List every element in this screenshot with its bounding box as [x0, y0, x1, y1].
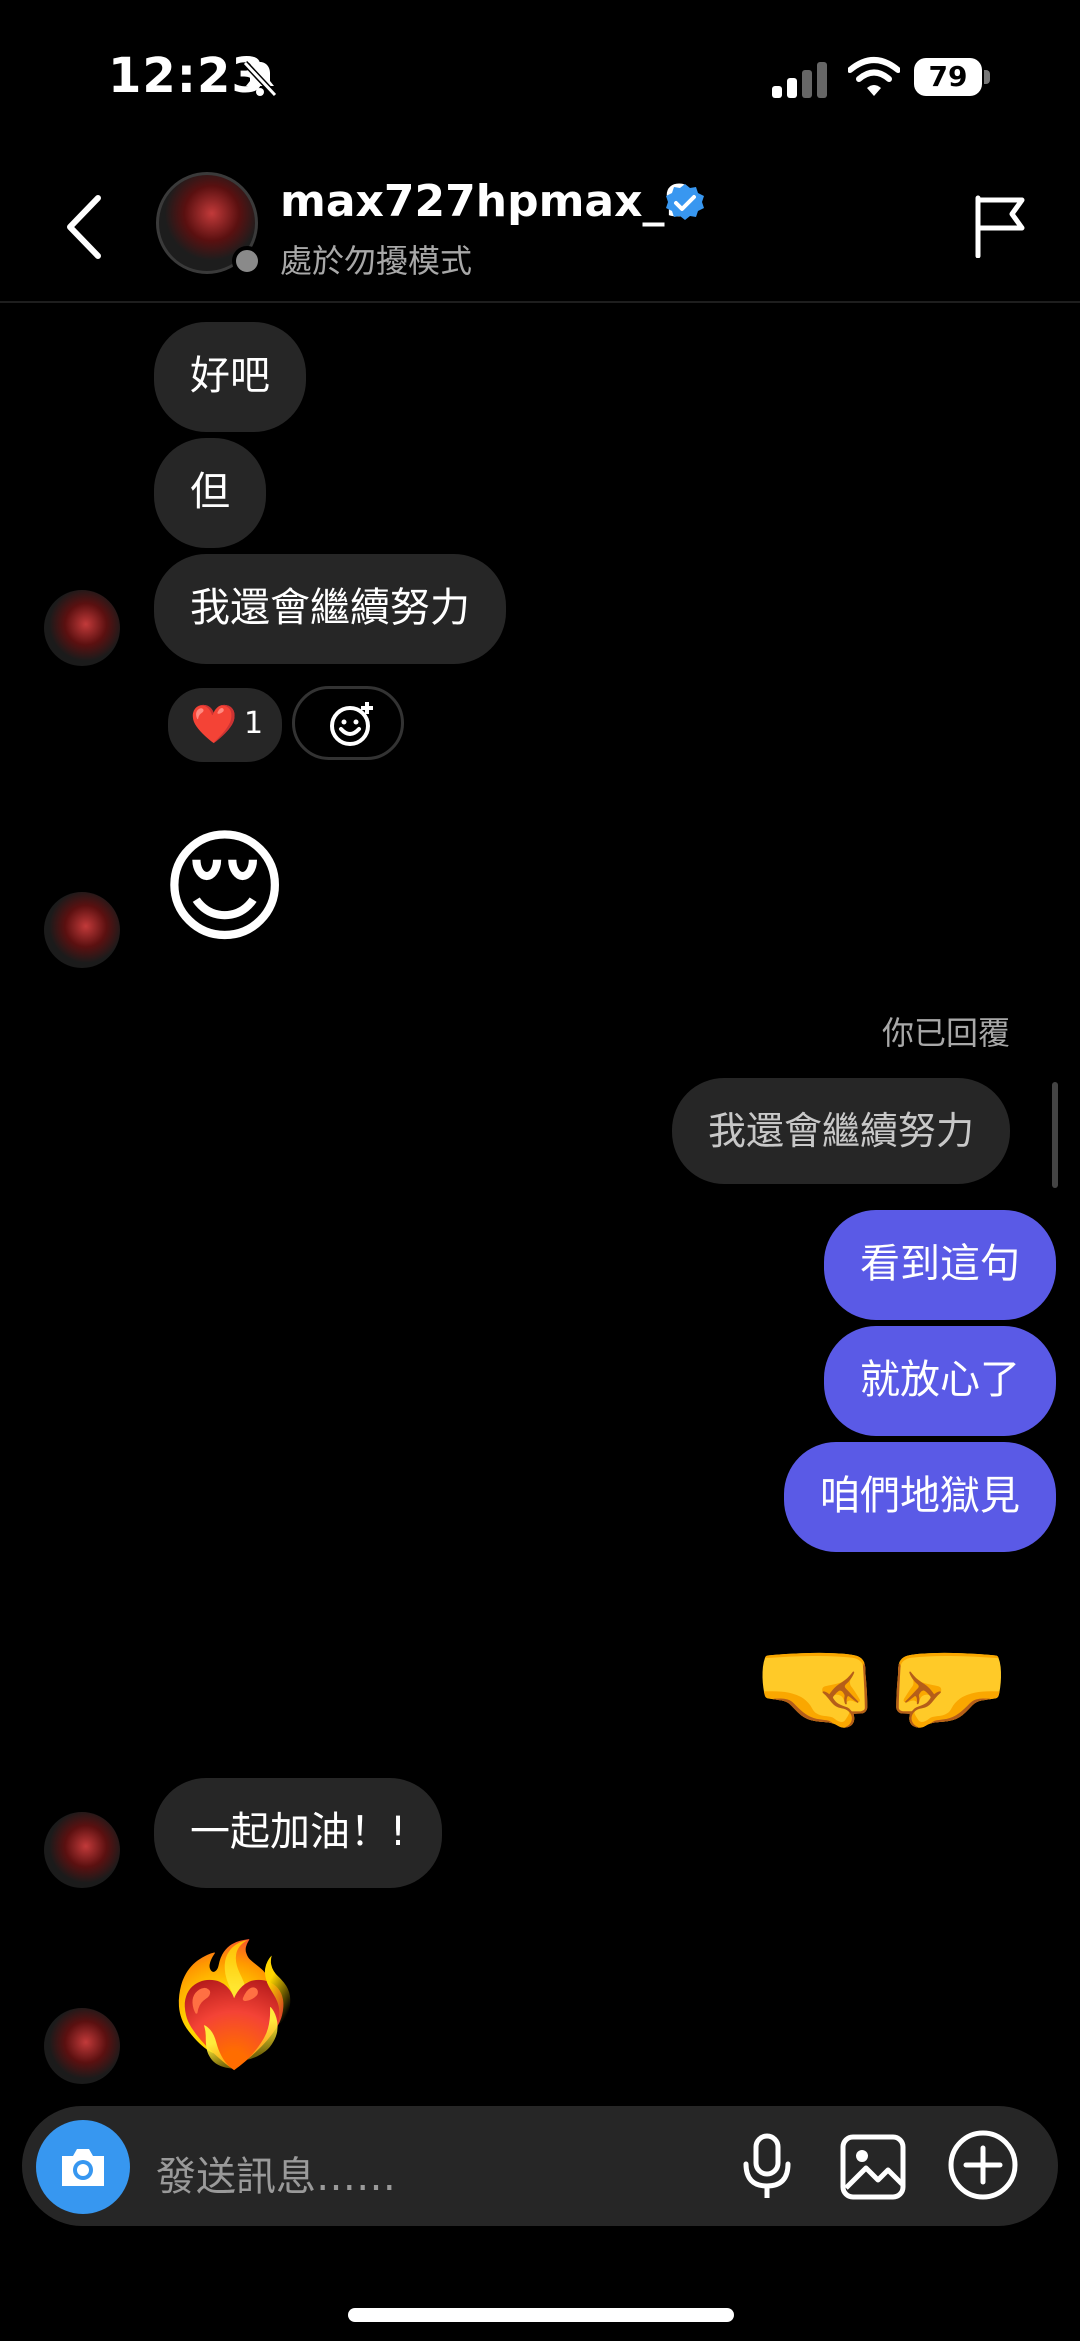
wifi-icon: [848, 57, 900, 96]
header-divider: [0, 301, 1080, 303]
message-input[interactable]: 發送訊息……: [156, 2144, 396, 2202]
sender-avatar[interactable]: [44, 1812, 120, 1888]
emoji-message[interactable]: ❤️‍🔥: [160, 1936, 307, 2072]
left-fist-emoji: 🤜: [752, 1625, 882, 1747]
cellular-signal-icon: [772, 60, 830, 98]
verified-badge-icon: [666, 184, 704, 220]
sender-avatar[interactable]: [44, 2008, 120, 2084]
flag-icon[interactable]: [972, 194, 1028, 258]
reaction-badge[interactable]: ❤️ 1: [166, 686, 284, 764]
fist-bump-emoji[interactable]: 🤜🤛: [752, 1626, 1011, 1746]
camera-icon: [62, 2149, 104, 2186]
microphone-icon[interactable]: [736, 2132, 798, 2202]
back-chevron-icon[interactable]: [62, 192, 106, 262]
add-reaction-icon: [330, 702, 373, 746]
camera-button[interactable]: [36, 2120, 130, 2214]
reaction-count: 1: [244, 706, 264, 741]
bell-slash-icon: [242, 60, 278, 98]
heart-reaction: ❤️: [190, 702, 238, 746]
incoming-message[interactable]: 但: [154, 438, 266, 548]
incoming-message[interactable]: 一起加油！!: [154, 1778, 443, 1888]
battery-tip: [984, 70, 990, 84]
chat-username[interactable]: max727hpmax_9: [280, 176, 695, 227]
chat-status: 處於勿擾模式: [280, 242, 473, 280]
outgoing-message[interactable]: 就放心了: [824, 1326, 1056, 1436]
battery-icon: 79: [914, 58, 982, 96]
plus-circle-icon[interactable]: [946, 2128, 1020, 2202]
right-fist-emoji: 🤛: [881, 1625, 1012, 1747]
quoted-message[interactable]: 我還會繼續努力: [671, 1078, 1010, 1184]
sender-avatar[interactable]: [44, 892, 120, 968]
image-icon[interactable]: [838, 2132, 908, 2202]
home-indicator: [348, 2308, 734, 2322]
emoji-message[interactable]: 😌: [160, 818, 289, 958]
outgoing-message[interactable]: 看到這句: [824, 1210, 1056, 1320]
outgoing-message[interactable]: 咱們地獄見: [784, 1442, 1056, 1552]
incoming-message[interactable]: 我還會繼續努力: [154, 554, 506, 664]
add-reaction-button[interactable]: [292, 686, 404, 760]
reply-label: 你已回覆: [881, 1014, 1010, 1052]
sender-avatar[interactable]: [44, 590, 120, 666]
incoming-message[interactable]: 好吧: [154, 322, 306, 432]
presence-indicator: [232, 246, 262, 276]
reply-indicator-bar: [1052, 1082, 1058, 1188]
